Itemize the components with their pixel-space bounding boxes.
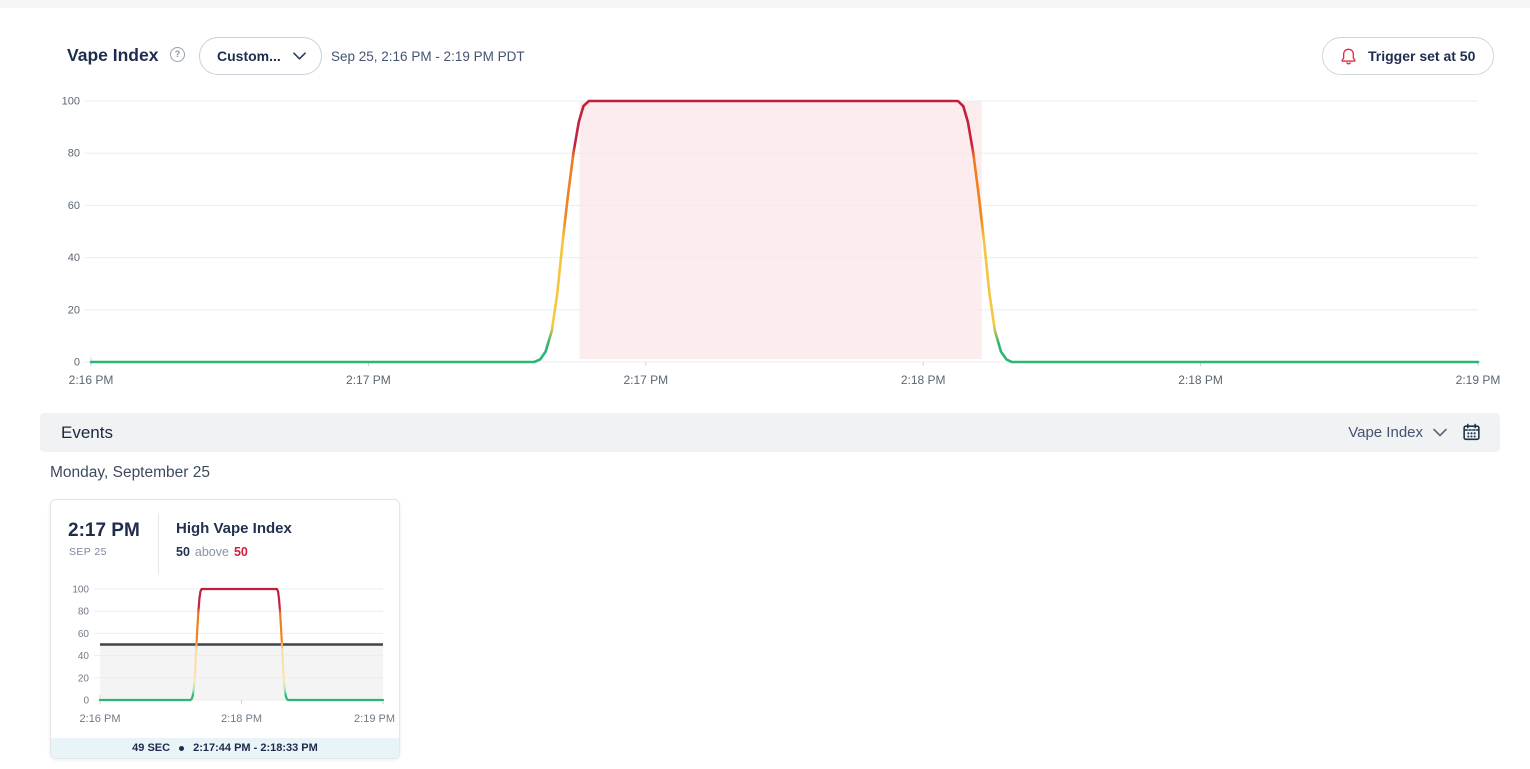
time-range-selector[interactable]: Custom... (199, 37, 322, 75)
chevron-down-icon (1433, 428, 1447, 437)
event-duration: 49 SEC (132, 742, 170, 754)
svg-text:2:17 PM: 2:17 PM (623, 373, 668, 387)
chevron-down-icon (293, 52, 306, 60)
event-time: 2:17 PM (68, 520, 140, 542)
svg-text:80: 80 (78, 607, 90, 618)
svg-text:20: 20 (78, 673, 90, 684)
svg-text:2:17 PM: 2:17 PM (346, 373, 391, 387)
help-icon[interactable]: ? (170, 47, 185, 62)
events-title: Events (61, 423, 113, 443)
svg-text:40: 40 (68, 252, 80, 264)
page-title: Vape Index (67, 45, 158, 66)
events-filter-dropdown[interactable]: Vape Index (1348, 424, 1447, 441)
svg-text:60: 60 (68, 200, 80, 212)
events-filter-label: Vape Index (1348, 424, 1423, 441)
svg-text:80: 80 (68, 148, 80, 160)
events-header-bar: Events Vape Index (40, 413, 1500, 452)
svg-text:2:18 PM: 2:18 PM (221, 713, 262, 725)
page-top-strip (0, 0, 1530, 8)
svg-text:2:18 PM: 2:18 PM (1178, 373, 1223, 387)
svg-text:100: 100 (72, 585, 89, 596)
svg-text:0: 0 (74, 357, 80, 369)
svg-text:2:16 PM: 2:16 PM (69, 373, 114, 387)
event-relation: above (195, 545, 229, 559)
event-date: SEP 25 (69, 546, 107, 558)
bell-icon (1339, 47, 1358, 66)
events-date-header: Monday, September 25 (50, 464, 210, 482)
trigger-label: Trigger set at 50 (1368, 48, 1475, 64)
event-window: 2:17:44 PM - 2:18:33 PM (193, 742, 318, 754)
svg-text:2:19 PM: 2:19 PM (1456, 373, 1501, 387)
event-value: 50 (176, 545, 190, 559)
svg-text:0: 0 (83, 696, 89, 707)
dot-separator-icon (179, 746, 184, 751)
svg-text:20: 20 (68, 304, 80, 316)
event-title: High Vape Index (176, 520, 292, 537)
event-footer: 49 SEC 2:17:44 PM - 2:18:33 PM (51, 738, 399, 758)
event-mini-chart: 0 20 40 60 80 100 2:16 PM 2:18 PM 2:19 PM (55, 580, 403, 730)
divider (158, 513, 159, 575)
vape-index-chart[interactable]: 0 20 40 60 80 100 2:16 PM 2:17 PM 2:17 PM 2:18 PM… (40, 95, 1500, 397)
trigger-button[interactable]: Trigger set at 50 (1322, 37, 1494, 75)
event-threshold: 50 (234, 545, 248, 559)
date-range-text: Sep 25, 2:16 PM - 2:19 PM PDT (331, 49, 525, 64)
event-card[interactable]: 2:17 PM SEP 25 High Vape Index 50 above … (50, 499, 400, 759)
svg-text:2:19 PM: 2:19 PM (354, 713, 395, 725)
svg-text:100: 100 (62, 96, 80, 108)
svg-text:2:18 PM: 2:18 PM (901, 373, 946, 387)
calendar-icon[interactable] (1461, 422, 1482, 443)
svg-text:2:16 PM: 2:16 PM (80, 713, 121, 725)
events-controls: Vape Index (1348, 422, 1482, 443)
svg-text:40: 40 (78, 651, 90, 662)
time-range-label: Custom... (217, 48, 281, 64)
svg-text:60: 60 (78, 629, 90, 640)
event-subtitle: 50 above 50 (176, 545, 248, 559)
